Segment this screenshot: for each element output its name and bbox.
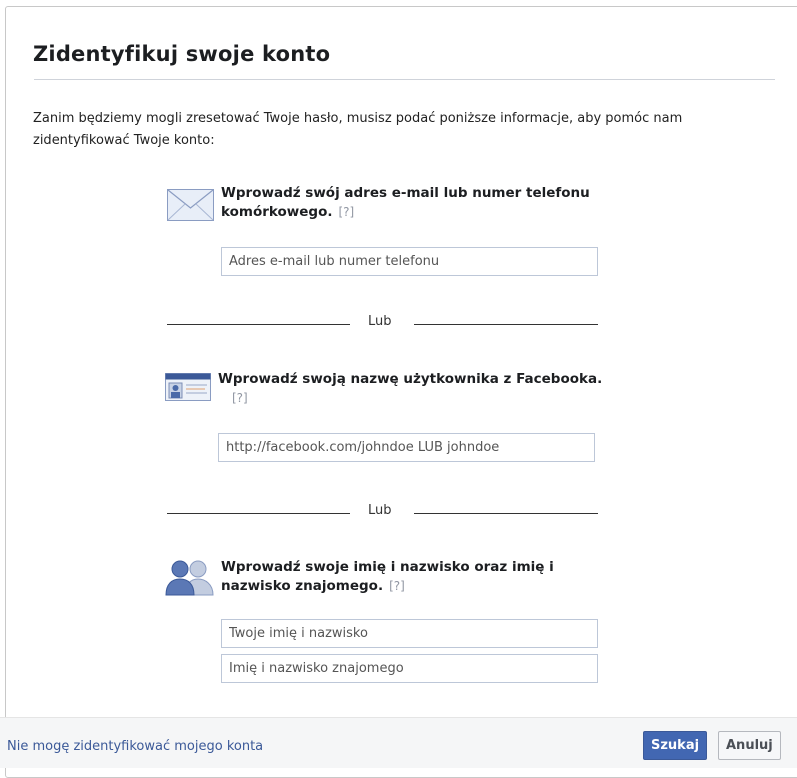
title-divider xyxy=(34,79,775,80)
intro-text: Zanim będziemy mogli zresetować Twoje ha… xyxy=(33,111,683,148)
or-divider-line-left-2 xyxy=(167,513,350,514)
name-section-label: Wprowadź swoje imię i nazwisko oraz imię… xyxy=(221,558,554,596)
name-help-link[interactable]: [?] xyxy=(389,579,405,593)
or-label: Lub xyxy=(368,314,392,329)
email-label-line2: komórkowego. xyxy=(221,204,333,220)
email-section-label: Wprowadź swój adres e-mail lub numer tel… xyxy=(221,184,590,222)
search-button[interactable]: Szukaj xyxy=(643,731,708,760)
name-label-line1: Wprowadź swoje imię i nazwisko oraz imię… xyxy=(221,559,554,575)
friend-full-name-input[interactable] xyxy=(221,654,598,683)
email-help-link[interactable]: [?] xyxy=(338,205,354,219)
username-section-label: Wprowadź swoją nazwę użytkownika z Faceb… xyxy=(218,370,602,408)
envelope-icon xyxy=(167,189,214,221)
own-full-name-input[interactable] xyxy=(221,619,598,648)
or-divider-line-right-2 xyxy=(414,513,598,514)
username-help-link[interactable]: [?] xyxy=(232,391,248,405)
or-divider-line-left xyxy=(167,324,350,325)
cannot-identify-account-link[interactable]: Nie mogę zidentyfikować mojego konta xyxy=(7,739,263,754)
email-label-line1: Wprowadź swój adres e-mail lub numer tel… xyxy=(221,185,590,201)
name-label-line2: nazwisko znajomego. xyxy=(221,578,384,594)
id-card-icon xyxy=(165,373,211,401)
or-label-2: Lub xyxy=(368,503,392,518)
email-or-phone-input[interactable] xyxy=(221,247,598,276)
friends-icon xyxy=(165,560,214,596)
dialog-title: Zidentyfikuj swoje konto xyxy=(33,42,331,66)
username-label: Wprowadź swoją nazwę użytkownika z Faceb… xyxy=(218,371,603,387)
or-divider-line-right xyxy=(414,324,598,325)
facebook-username-input[interactable] xyxy=(218,433,595,462)
cancel-button[interactable]: Anuluj xyxy=(718,731,781,760)
